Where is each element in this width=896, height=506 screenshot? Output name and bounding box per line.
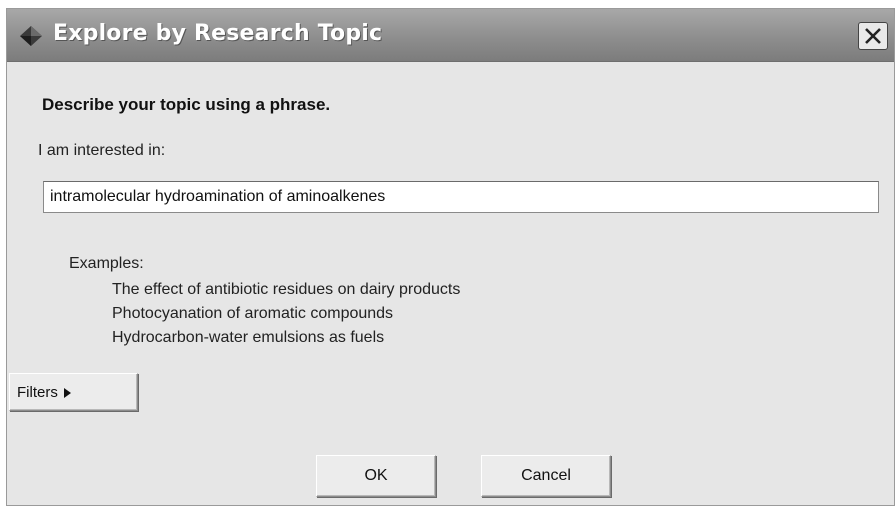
example-item: The effect of antibiotic residues on dai… xyxy=(112,281,461,298)
instruction-heading: Describe your topic using a phrase. xyxy=(42,95,331,114)
triangle-right-icon xyxy=(63,387,71,398)
window-title: Explore by Research Topic xyxy=(53,21,383,46)
title-bar[interactable]: Explore by Research Topic xyxy=(7,9,894,62)
examples-list: The effect of antibiotic residues on dai… xyxy=(112,278,460,350)
interest-label: I am interested in: xyxy=(38,142,166,159)
close-button[interactable] xyxy=(858,22,888,50)
ok-button[interactable]: OK xyxy=(316,455,436,497)
explore-topic-dialog: Explore by Research Topic Describe your … xyxy=(6,8,895,506)
example-item: Photocyanation of aromatic compounds xyxy=(112,305,394,322)
examples-label: Examples: xyxy=(69,255,144,272)
close-icon xyxy=(865,28,881,44)
filters-button[interactable]: Filters xyxy=(9,373,138,411)
diamond-app-icon xyxy=(19,25,43,47)
example-item: Hydrocarbon-water emulsions as fuels xyxy=(112,329,385,346)
cancel-button[interactable]: Cancel xyxy=(481,455,611,497)
filters-label: Filters xyxy=(17,383,58,401)
topic-input[interactable] xyxy=(43,181,879,213)
